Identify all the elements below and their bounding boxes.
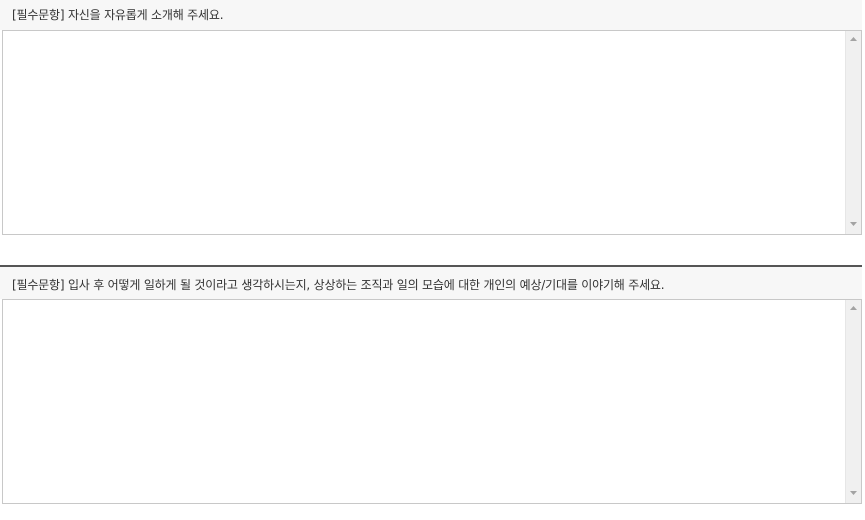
question-2-answer-box (2, 299, 862, 504)
question-2-answer-textarea[interactable] (3, 300, 845, 503)
scroll-up-arrow-icon[interactable] (846, 302, 861, 316)
question-2: [필수문항] 입사 후 어떻게 일하게 될 것이라고 생각하시는지, 상상하는 … (0, 265, 862, 504)
question-1-label: [필수문항] 자신을 자유롭게 소개해 주세요. (0, 0, 862, 30)
question-1-scrollbar[interactable] (845, 31, 861, 234)
scroll-down-arrow-icon[interactable] (846, 487, 861, 501)
scroll-up-arrow-icon[interactable] (846, 33, 861, 47)
question-1-answer-textarea[interactable] (3, 31, 845, 234)
question-1: [필수문항] 자신을 자유롭게 소개해 주세요. (0, 0, 862, 235)
question-2-scrollbar[interactable] (845, 300, 861, 503)
question-1-answer-box (2, 30, 862, 235)
question-2-label: [필수문항] 입사 후 어떻게 일하게 될 것이라고 생각하시는지, 상상하는 … (0, 265, 862, 299)
scroll-down-arrow-icon[interactable] (846, 218, 861, 232)
